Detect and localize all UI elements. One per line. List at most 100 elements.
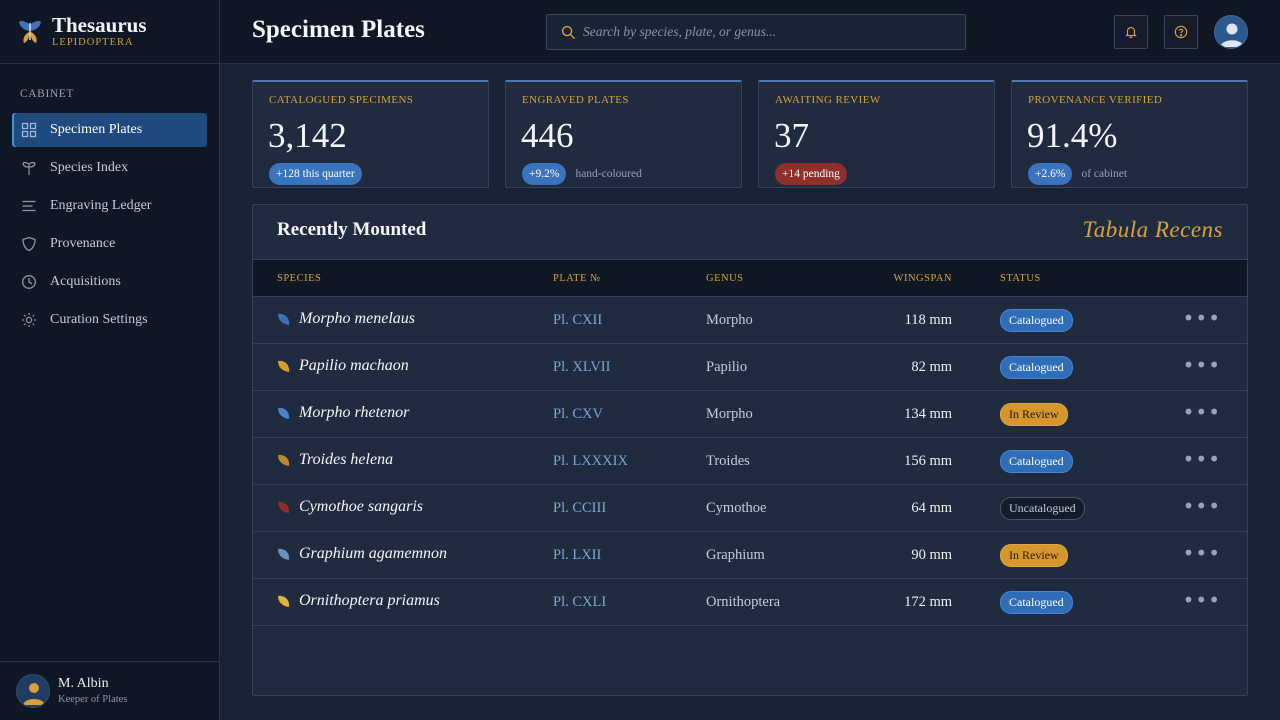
stat-delta-badge: +128 this quarter bbox=[269, 163, 362, 185]
stat-card-catalogued: CATALOGUED SPECIMENS 3,142 +128 this qua… bbox=[252, 80, 489, 188]
sidebar-item-specimen-plates[interactable]: Specimen Plates bbox=[12, 113, 207, 147]
header-avatar[interactable] bbox=[1214, 15, 1248, 49]
column-header-status[interactable]: STATUS bbox=[1000, 273, 1041, 284]
species-cell: Ornithoptera priamus bbox=[277, 592, 440, 610]
sun-gear-icon bbox=[21, 312, 37, 328]
wingspan-cell: 172 mm bbox=[904, 594, 952, 610]
species-name[interactable]: Morpho menelaus bbox=[299, 310, 415, 328]
sidebar-item-provenance[interactable]: Provenance bbox=[12, 227, 207, 261]
stat-card-awaiting-review: AWAITING REVIEW 37 +14 pending bbox=[758, 80, 995, 188]
status-badge: Uncatalogued bbox=[1000, 497, 1085, 520]
stat-note: of cabinet bbox=[1081, 168, 1128, 180]
row-more-button[interactable]: ••• bbox=[1183, 400, 1221, 424]
sidebar-item-label: Species Index bbox=[50, 160, 129, 175]
search-input[interactable] bbox=[583, 24, 953, 40]
page-title: Specimen Plates bbox=[252, 16, 425, 43]
column-header-species[interactable]: SPECIES bbox=[277, 273, 321, 284]
help-button[interactable] bbox=[1164, 15, 1198, 49]
wing-swatch-icon bbox=[278, 454, 290, 466]
row-more-button[interactable]: ••• bbox=[1183, 588, 1221, 612]
plate-number-link[interactable]: Pl. LXXXIX bbox=[553, 453, 628, 470]
column-header-plate[interactable]: PLATE № bbox=[553, 273, 601, 284]
status-cell: In Review bbox=[1000, 544, 1068, 567]
wing-swatch-icon bbox=[278, 360, 290, 372]
row-more-button[interactable]: ••• bbox=[1183, 306, 1221, 330]
table-row[interactable]: Morpho rhetenor Pl. CXV Morpho 134 mm In… bbox=[253, 391, 1247, 438]
column-header-wingspan[interactable]: WINGSPAN bbox=[894, 273, 952, 284]
avatar bbox=[16, 674, 50, 708]
status-badge: Catalogued bbox=[1000, 591, 1073, 614]
status-badge: Catalogued bbox=[1000, 309, 1073, 332]
species-name[interactable]: Ornithoptera priamus bbox=[299, 592, 440, 610]
stat-label: AWAITING REVIEW bbox=[775, 94, 881, 106]
genus-cell: Papilio bbox=[706, 359, 748, 375]
search-icon bbox=[561, 25, 576, 39]
clock-icon bbox=[21, 274, 37, 290]
plate-number-link[interactable]: Pl. CXII bbox=[553, 312, 602, 329]
wing-swatch-icon bbox=[278, 501, 290, 513]
row-more-button[interactable]: ••• bbox=[1183, 494, 1221, 518]
table-row[interactable]: Cymothoe sangaris Pl. CCIII Cymothoe 64 … bbox=[253, 485, 1247, 532]
stat-card-engraved: ENGRAVED PLATES 446 +9.2% hand-coloured bbox=[505, 80, 742, 188]
wingspan-cell: 82 mm bbox=[911, 359, 952, 375]
plate-number-link[interactable]: Pl. CXLI bbox=[553, 594, 606, 611]
species-name[interactable]: Graphium agamemnon bbox=[299, 545, 447, 563]
brand[interactable]: Thesaurus LEPIDOPTERA bbox=[0, 0, 219, 64]
table-row[interactable]: Ornithoptera priamus Pl. CXLI Ornithopte… bbox=[253, 579, 1247, 626]
species-cell: Troides helena bbox=[277, 451, 393, 469]
table-row[interactable]: Morpho menelaus Pl. CXII Morpho 118 mm C… bbox=[253, 297, 1247, 344]
sidebar-item-species-index[interactable]: Species Index bbox=[12, 151, 207, 185]
row-more-button[interactable]: ••• bbox=[1183, 447, 1221, 471]
row-more-button[interactable]: ••• bbox=[1183, 353, 1221, 377]
stat-value: 3,142 bbox=[268, 116, 347, 155]
sidebar-nav: Specimen Plates Species Index Engraving … bbox=[12, 113, 207, 341]
user-profile[interactable]: M. Albin Keeper of Plates bbox=[0, 661, 219, 720]
sidebar-item-engraving-ledger[interactable]: Engraving Ledger bbox=[12, 189, 207, 223]
stat-card-provenance: PROVENANCE VERIFIED 91.4% +2.6% of cabin… bbox=[1011, 80, 1248, 188]
user-name: M. Albin bbox=[58, 676, 109, 691]
status-cell: In Review bbox=[1000, 403, 1068, 426]
more-dots-icon: ••• bbox=[1182, 494, 1221, 518]
stat-value: 91.4% bbox=[1027, 116, 1118, 155]
genus-cell: Ornithoptera bbox=[706, 594, 781, 610]
species-name[interactable]: Cymothoe sangaris bbox=[299, 498, 423, 516]
lepidoptera-icon bbox=[21, 160, 37, 176]
species-name[interactable]: Papilio machaon bbox=[299, 357, 409, 375]
brand-subtitle: LEPIDOPTERA bbox=[52, 36, 134, 48]
notifications-button[interactable] bbox=[1114, 15, 1148, 49]
wing-swatch-icon bbox=[278, 548, 290, 560]
stat-delta-badge: +14 pending bbox=[775, 163, 847, 185]
status-cell: Catalogued bbox=[1000, 356, 1073, 379]
search-box[interactable] bbox=[546, 14, 966, 50]
plate-number-link[interactable]: Pl. CXV bbox=[553, 406, 603, 423]
species-cell: Graphium agamemnon bbox=[277, 545, 447, 563]
plate-number-link[interactable]: Pl. CCIII bbox=[553, 500, 606, 517]
plate-number-link[interactable]: Pl. XLVII bbox=[553, 359, 610, 376]
status-badge: In Review bbox=[1000, 544, 1068, 567]
column-header-genus[interactable]: GENUS bbox=[706, 273, 744, 284]
species-name[interactable]: Troides helena bbox=[299, 451, 393, 469]
more-dots-icon: ••• bbox=[1182, 353, 1221, 377]
table-row[interactable]: Troides helena Pl. LXXXIX Troides 156 mm… bbox=[253, 438, 1247, 485]
row-more-button[interactable]: ••• bbox=[1183, 541, 1221, 565]
status-cell: Catalogued bbox=[1000, 309, 1073, 332]
sidebar-item-curation-settings[interactable]: Curation Settings bbox=[12, 303, 207, 337]
species-name[interactable]: Morpho rhetenor bbox=[299, 404, 409, 422]
genus-cell: Morpho bbox=[706, 406, 753, 422]
more-dots-icon: ••• bbox=[1182, 306, 1221, 330]
bell-icon bbox=[1125, 27, 1137, 39]
list-icon bbox=[21, 198, 37, 214]
plate-number-link[interactable]: Pl. LXII bbox=[553, 547, 601, 564]
stat-label: CATALOGUED SPECIMENS bbox=[269, 94, 414, 106]
more-dots-icon: ••• bbox=[1182, 588, 1221, 612]
status-badge: In Review bbox=[1000, 403, 1068, 426]
wing-swatch-icon bbox=[278, 313, 290, 325]
table-row[interactable]: Papilio machaon Pl. XLVII Papilio 82 mm … bbox=[253, 344, 1247, 391]
table-body: Morpho menelaus Pl. CXII Morpho 118 mm C… bbox=[253, 297, 1247, 626]
top-header: Specimen Plates bbox=[220, 0, 1280, 64]
table-row[interactable]: Graphium agamemnon Pl. LXII Graphium 90 … bbox=[253, 532, 1247, 579]
brand-name: Thesaurus bbox=[52, 12, 147, 37]
sidebar-item-acquisitions[interactable]: Acquisitions bbox=[12, 265, 207, 299]
stat-note: hand-coloured bbox=[575, 168, 642, 180]
more-dots-icon: ••• bbox=[1182, 447, 1221, 471]
